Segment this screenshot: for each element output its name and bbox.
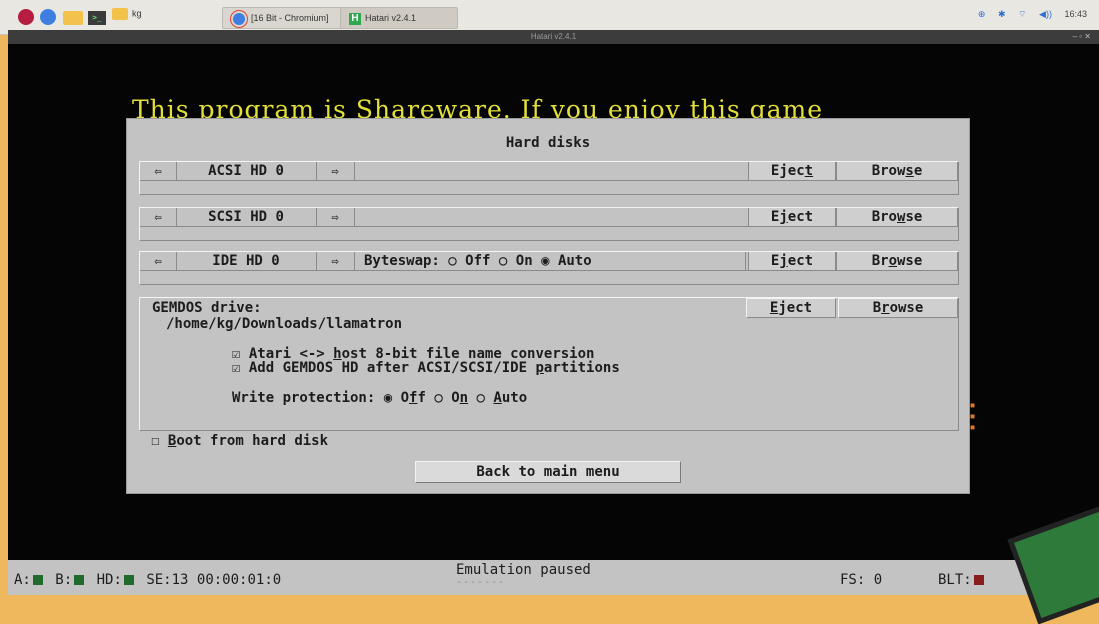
checkbox-checked-icon: ☑ <box>232 360 241 376</box>
left-arrow-icon: ⇦ <box>154 210 162 224</box>
status-divider: ------- <box>456 577 506 588</box>
scsi-prev-button[interactable]: ⇦ <box>140 208 177 226</box>
right-arrow-icon: ⇨ <box>331 210 339 224</box>
system-tray: ⊕ ✱ ⌔ ◀)) 16:43 <box>968 9 1087 20</box>
blitter-led-icon <box>973 575 984 585</box>
session-time: SE:13 00:00:01:0 <box>146 572 282 588</box>
gemdos-after-partitions-checkbox[interactable]: ☑ Add GEMDOS HD after ACSI/SCSI/IDE part… <box>232 360 620 376</box>
window-titlebar[interactable]: Hatari v2.4.1 – ▫ ✕ <box>8 30 1099 44</box>
window-title: Hatari v2.4.1 <box>530 32 577 41</box>
acsi-next-button[interactable]: ⇨ <box>316 162 355 180</box>
task-hatari[interactable]: H Hatari v2.4.1 <box>340 7 458 29</box>
byteswap-label: Byteswap: <box>364 253 440 269</box>
write-protection-auto-radio[interactable]: ○ Auto <box>477 390 528 406</box>
drive-status: A: B: HD: SE:13 00:00:01:0 <box>14 572 282 588</box>
dialog-title: Hard disks <box>505 135 591 151</box>
scsi-drive-name: SCSI HD 0 <box>176 208 317 226</box>
gemdos-browse-button[interactable]: Browse <box>838 298 958 318</box>
chromium-icon <box>231 10 247 27</box>
ide-next-button[interactable]: ⇨ <box>316 252 355 270</box>
acsi-panel: ⇦ ACSI HD 0 ⇨ Eject Browse <box>139 161 959 195</box>
write-protection-group: Write protection: ◉ Off ○ On ○ Auto <box>232 390 527 406</box>
gemdos-path: /home/kg/Downloads/llamatron <box>166 316 403 332</box>
back-to-main-menu-button[interactable]: Back to main menu <box>415 461 681 483</box>
gemdos-panel: GEMDOS drive: /home/kg/Downloads/llamatr… <box>139 297 959 431</box>
wifi-icon[interactable]: ⌔ <box>1018 9 1026 19</box>
scsi-next-button[interactable]: ⇨ <box>316 208 355 226</box>
byteswap-auto-radio[interactable]: ◉ Auto <box>541 253 592 269</box>
acsi-prev-button[interactable]: ⇦ <box>140 162 177 180</box>
clock: 16:43 <box>1064 9 1087 19</box>
acsi-browse-button[interactable]: Browse <box>836 162 958 180</box>
scsi-eject-button[interactable]: Eject <box>748 208 836 226</box>
byteswap-group: Byteswap: ○ Off ○ On ◉ Auto <box>356 252 746 270</box>
hd-led-icon <box>123 575 134 585</box>
blitter-status: BLT: <box>938 572 988 588</box>
acsi-drive-name: ACSI HD 0 <box>176 162 317 180</box>
acsi-eject-button[interactable]: Eject <box>748 162 836 180</box>
window-controls[interactable]: – ▫ ✕ <box>1073 30 1091 44</box>
frameskip-status: FS: 0 <box>840 572 883 588</box>
status-message: Emulation paused <box>456 562 591 578</box>
byteswap-on-radio[interactable]: ○ On <box>499 253 533 269</box>
hatari-icon: H <box>349 12 361 25</box>
acsi-row: ⇦ ACSI HD 0 ⇨ Eject Browse <box>140 162 958 181</box>
right-arrow-icon: ⇨ <box>331 164 339 178</box>
raspberry-menu-icon[interactable] <box>18 9 34 25</box>
ide-browse-button[interactable]: Browse <box>836 252 958 270</box>
left-arrow-icon: ⇦ <box>154 254 162 268</box>
ide-panel: ⇦ IDE HD 0 ⇨ Byteswap: ○ Off ○ On ◉ Auto… <box>139 251 959 285</box>
ide-drive-name: IDE HD 0 <box>176 252 317 270</box>
write-protection-off-radio[interactable]: ◉ Off <box>384 390 426 406</box>
browser-launcher-icon[interactable] <box>40 9 56 25</box>
file-manager-icon[interactable] <box>63 11 83 25</box>
taskbar-folder-kg[interactable]: kg <box>112 8 202 26</box>
right-arrow-icon: ⇨ <box>331 254 339 268</box>
volume-icon[interactable]: ◀)) <box>1039 9 1052 19</box>
gemdos-eject-button[interactable]: Eject <box>746 298 836 318</box>
byteswap-off-radio[interactable]: ○ Off <box>448 253 490 269</box>
boot-from-hard-disk-checkbox[interactable]: ☐ Boot from hard disk <box>151 433 328 449</box>
left-arrow-icon: ⇦ <box>154 164 162 178</box>
drive-a-led-icon <box>32 575 43 585</box>
gemdos-label: GEMDOS drive: <box>152 300 262 316</box>
ide-eject-button[interactable]: Eject <box>748 252 836 270</box>
bluetooth-icon[interactable]: ✱ <box>998 9 1006 19</box>
emulator-statusbar: A: B: HD: SE:13 00:00:01:0 Emulation pau… <box>8 560 1099 595</box>
task-chromium[interactable]: [16 Bit - Chromium] <box>222 7 350 29</box>
scsi-row: ⇦ SCSI HD 0 ⇨ Eject Browse <box>140 208 958 227</box>
ide-prev-button[interactable]: ⇦ <box>140 252 177 270</box>
scsi-panel: ⇦ SCSI HD 0 ⇨ Eject Browse <box>139 207 959 241</box>
checkbox-unchecked-icon: ☐ <box>151 433 160 449</box>
write-protection-on-radio[interactable]: ○ On <box>434 390 468 406</box>
drive-b-led-icon <box>74 575 85 585</box>
terminal-icon[interactable]: >_ <box>88 11 106 25</box>
ide-row: ⇦ IDE HD 0 ⇨ Byteswap: ○ Off ○ On ◉ Auto… <box>140 252 958 271</box>
folder-icon <box>112 8 128 20</box>
write-protection-label: Write protection: <box>232 390 376 406</box>
hard-disks-dialog: Hard disks ⇦ ACSI HD 0 ⇨ Eject Browse ⇦ … <box>126 118 970 494</box>
update-icon[interactable]: ⊕ <box>978 9 986 19</box>
scsi-browse-button[interactable]: Browse <box>836 208 958 226</box>
